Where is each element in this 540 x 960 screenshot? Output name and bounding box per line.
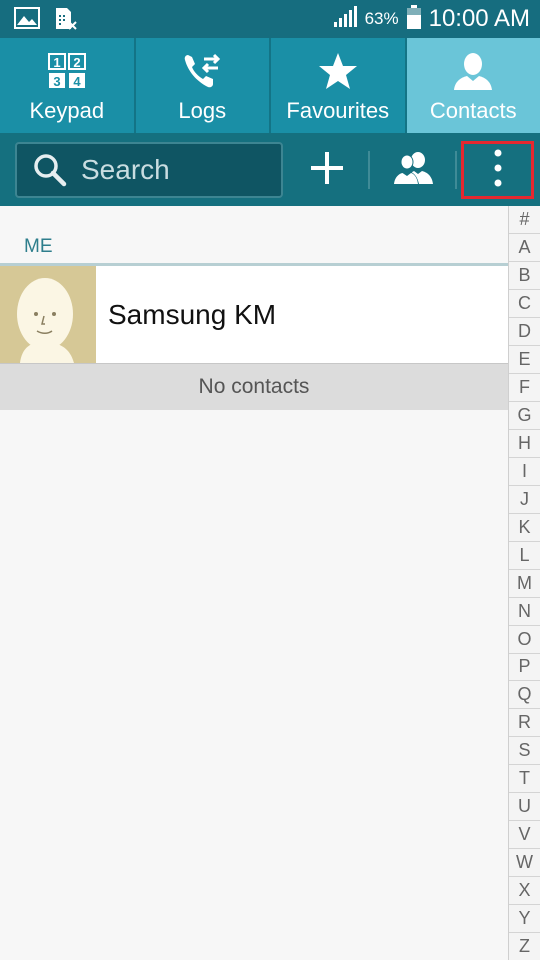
index-letter[interactable]: M	[509, 570, 540, 598]
svg-text:2: 2	[73, 55, 80, 70]
index-letter[interactable]: C	[509, 290, 540, 318]
tab-logs[interactable]: Logs	[136, 38, 271, 133]
svg-text:4: 4	[73, 74, 81, 89]
index-letter[interactable]: V	[509, 821, 540, 850]
index-letter[interactable]: G	[509, 402, 540, 430]
index-letter[interactable]: F	[509, 374, 540, 402]
keypad-icon: 1 2 3 4	[47, 50, 87, 92]
tab-label: Contacts	[429, 98, 517, 123]
avatar	[0, 266, 96, 363]
section-header-me: ME	[24, 236, 53, 257]
groups-button[interactable]	[380, 141, 446, 199]
my-profile-row[interactable]: Samsung KM	[0, 266, 508, 363]
index-letter[interactable]: P	[509, 654, 540, 682]
index-letter[interactable]: K	[509, 514, 540, 542]
star-icon	[318, 50, 358, 92]
status-time: 10:00 AM	[428, 5, 530, 32]
index-letter[interactable]: H	[509, 430, 540, 458]
search-input[interactable]	[81, 154, 271, 186]
more-options-button[interactable]	[461, 141, 534, 199]
svg-text:3: 3	[53, 74, 60, 89]
index-letter[interactable]: #	[509, 206, 540, 234]
search-box[interactable]	[15, 142, 283, 198]
signal-icon	[333, 5, 357, 33]
index-letter[interactable]: L	[509, 542, 540, 570]
contacts-list: ME Samsung KM No contacts	[0, 206, 508, 960]
status-bar: 63% 10:00 AM	[0, 0, 540, 38]
gallery-icon	[14, 7, 40, 36]
alphabet-index-bar[interactable]: # A B C D E F G H I J K L M N O P Q R S T U V W X Y Z	[508, 206, 540, 960]
action-bar	[0, 133, 540, 206]
tab-favourites[interactable]: Favourites	[271, 38, 407, 133]
add-contact-icon	[309, 150, 345, 191]
index-letter[interactable]: W	[509, 849, 540, 878]
index-letter[interactable]: D	[509, 318, 540, 346]
index-letter[interactable]: J	[509, 486, 540, 514]
index-letter[interactable]: R	[509, 709, 540, 738]
index-letter[interactable]: E	[509, 346, 540, 374]
more-options-icon	[494, 149, 502, 192]
groups-icon	[392, 151, 434, 190]
index-letter[interactable]: Q	[509, 681, 540, 710]
index-letter[interactable]: Y	[509, 905, 540, 934]
logs-icon	[182, 50, 222, 92]
index-letter[interactable]: A	[509, 234, 540, 262]
tab-keypad[interactable]: 1 2 3 4 Keypad	[0, 38, 136, 133]
my-profile-name: Samsung KM	[108, 298, 277, 330]
tab-bar: 1 2 3 4 Keypad Logs Favourites Contacts	[0, 38, 540, 133]
sim-icon	[54, 7, 78, 36]
battery-icon	[406, 4, 421, 34]
svg-text:1: 1	[53, 55, 60, 70]
empty-message: No contacts	[0, 364, 508, 410]
search-icon	[33, 153, 67, 187]
divider	[455, 151, 457, 189]
index-letter[interactable]: S	[509, 737, 540, 766]
contact-icon	[453, 50, 493, 92]
tab-contacts[interactable]: Contacts	[406, 38, 540, 133]
index-letter[interactable]: X	[509, 877, 540, 906]
divider	[368, 151, 370, 189]
index-letter[interactable]: O	[509, 626, 540, 654]
tab-label: Logs	[178, 98, 227, 123]
index-letter[interactable]: B	[509, 262, 540, 290]
tab-label: Keypad	[29, 98, 105, 123]
index-letter[interactable]: Z	[509, 933, 540, 960]
index-letter[interactable]: I	[509, 458, 540, 486]
add-contact-button[interactable]	[298, 141, 356, 199]
index-letter[interactable]: T	[509, 765, 540, 794]
index-letter[interactable]: U	[509, 793, 540, 822]
index-letter[interactable]: N	[509, 598, 540, 626]
battery-percent: 63%	[364, 9, 399, 28]
tab-label: Favourites	[286, 98, 390, 123]
